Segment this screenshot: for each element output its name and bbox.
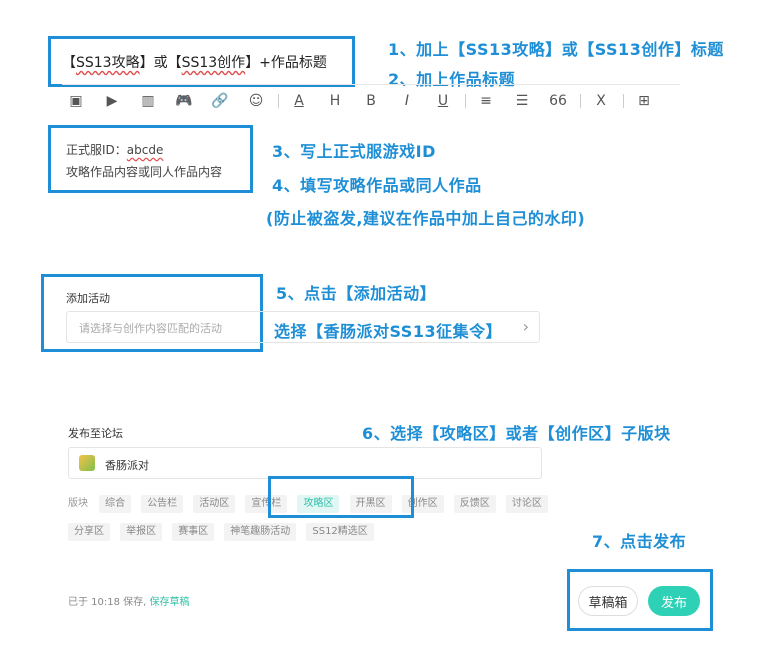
- video-icon[interactable]: ▶: [98, 90, 126, 112]
- tag-event[interactable]: 神笔趣肠活动: [224, 523, 297, 541]
- font-color-icon[interactable]: A: [285, 90, 313, 112]
- list-icon[interactable]: ≡: [472, 90, 500, 112]
- clear-format-icon[interactable]: X: [587, 90, 615, 112]
- annotation-1: 1、加上【SS13攻略】或【SS13创作】标题: [388, 40, 724, 59]
- annotation-6: 6、选择【攻略区】或者【创作区】子版块: [362, 424, 671, 443]
- annotation-5: 5、点击【添加活动】: [276, 284, 437, 303]
- tag-report[interactable]: 举报区: [120, 523, 163, 541]
- tag-share[interactable]: 分享区: [68, 523, 110, 541]
- section-row-2: 分享区 举报区 赛事区 神笔趣肠活动 SS12精选区: [68, 519, 379, 541]
- content-id-value: abcde: [126, 143, 164, 157]
- annotation-3: 3、写上正式服游戏ID: [272, 142, 436, 161]
- quote-icon[interactable]: 66: [544, 90, 572, 112]
- editor-toolbar: ▣ ▶ ▥ 🎮 🔗 ☺ A H B I U ≡ ☰ 66 X ⊞: [62, 90, 672, 112]
- toolbar-separator: [623, 94, 624, 108]
- publish-button[interactable]: 发布: [648, 586, 700, 616]
- title-divider: [62, 84, 680, 85]
- tag-announcement[interactable]: 公告栏: [141, 495, 184, 513]
- save-draft-link[interactable]: 保存草稿: [150, 597, 190, 608]
- annotation-4b: (防止被盗发,建议在作品中加上自己的水印): [266, 209, 586, 228]
- tag-competition[interactable]: 赛事区: [172, 523, 215, 541]
- forum-selected: 香肠派对: [105, 459, 149, 472]
- title-text-part: 【: [62, 55, 76, 71]
- insert-icon[interactable]: ⊞: [630, 90, 658, 112]
- annotation-5b: 选择【香肠派对SS13征集令】: [274, 318, 507, 342]
- annotation-7: 7、点击发布: [592, 532, 687, 551]
- toolbar-separator: [465, 94, 466, 108]
- bold-icon[interactable]: B: [357, 90, 385, 112]
- tag-feedback[interactable]: 反馈区: [453, 495, 496, 513]
- game-avatar-icon: [79, 455, 95, 471]
- underline-icon[interactable]: U: [429, 90, 457, 112]
- heading-icon[interactable]: H: [321, 90, 349, 112]
- gamepad-icon[interactable]: 🎮: [170, 90, 198, 112]
- tag-ss12-featured[interactable]: SS12精选区: [306, 523, 374, 541]
- annotation-4: 4、填写攻略作品或同人作品: [272, 176, 482, 195]
- toolbar-separator: [580, 94, 581, 108]
- section-label: 版块: [68, 498, 88, 509]
- divider-icon[interactable]: ☰: [508, 90, 536, 112]
- title-text-part: SS13攻略: [76, 55, 140, 71]
- activity-placeholder: 请选择与创作内容匹配的活动: [79, 322, 222, 335]
- title-input[interactable]: 【SS13攻略】或【SS13创作】+作品标题: [62, 52, 327, 72]
- forum-select[interactable]: 香肠派对: [68, 447, 542, 479]
- drafts-button[interactable]: 草稿箱: [578, 586, 638, 616]
- italic-icon[interactable]: I: [393, 90, 421, 112]
- save-status: 已于 10:18 保存, 保存草稿: [68, 593, 190, 608]
- section-highlight: [268, 476, 414, 518]
- toolbar-separator: [278, 94, 279, 108]
- forum-label: 发布至论坛: [68, 427, 123, 440]
- chevron-right-icon: ›: [522, 317, 529, 336]
- title-text-part: 】或【: [139, 55, 182, 71]
- title-text-part: 】+作品标题: [245, 55, 327, 71]
- link-icon[interactable]: 🔗: [206, 90, 234, 112]
- tag-discussion[interactable]: 讨论区: [505, 495, 548, 513]
- saved-text: 已于 10:18 保存,: [68, 597, 147, 608]
- chart-icon[interactable]: ▥: [134, 90, 162, 112]
- tag-general[interactable]: 综合: [99, 495, 132, 513]
- content-highlight: [48, 125, 253, 193]
- tag-activity[interactable]: 活动区: [193, 495, 236, 513]
- annotation-2: 2、加上作品标题: [388, 70, 516, 89]
- content-id-prefix: 正式服ID：: [66, 143, 127, 157]
- title-text-part: SS13创作: [181, 55, 246, 71]
- content-line-1[interactable]: 正式服ID：abcde: [66, 141, 163, 158]
- activity-label: 添加活动: [66, 292, 110, 305]
- content-line-2[interactable]: 攻略作品内容或同人作品内容: [66, 163, 222, 180]
- emoji-icon[interactable]: ☺: [242, 90, 270, 112]
- image-icon[interactable]: ▣: [62, 90, 90, 112]
